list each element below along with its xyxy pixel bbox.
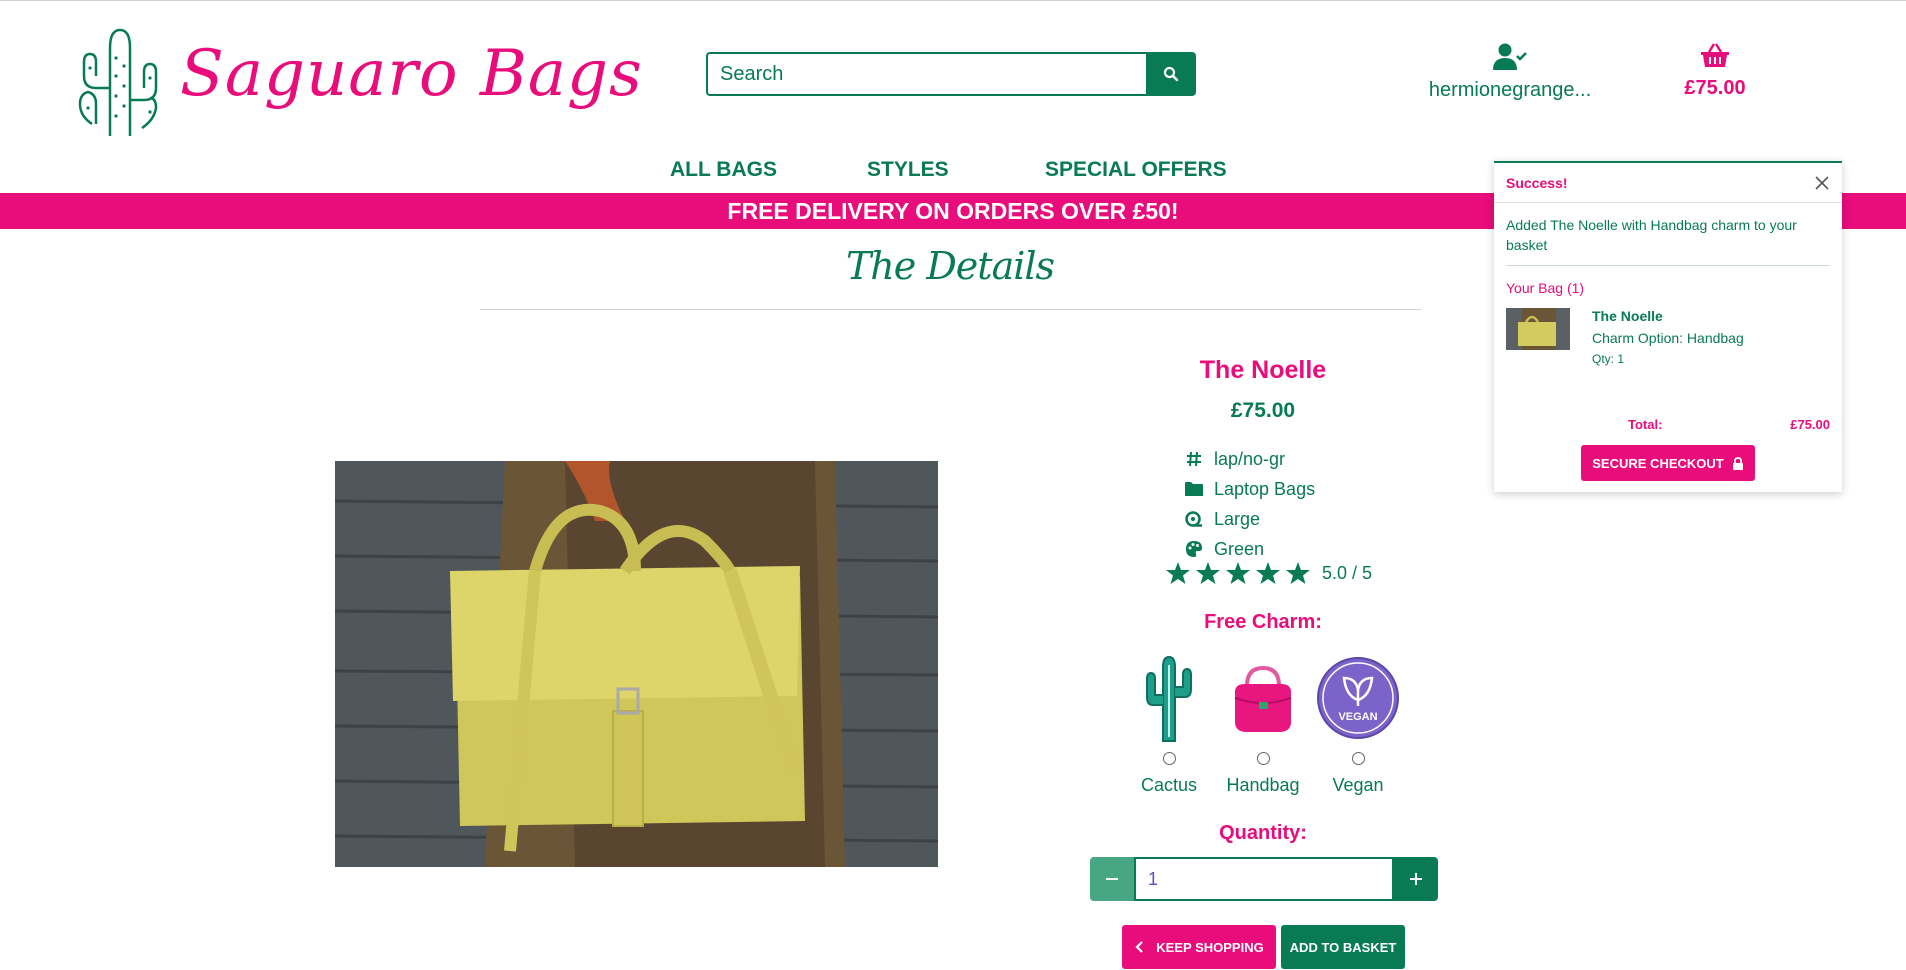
product-sku: lap/no-gr — [1214, 448, 1286, 469]
quantity-input[interactable] — [1134, 857, 1394, 901]
charm-name-cactus: Cactus — [1140, 775, 1198, 795]
keep-shopping-button[interactable]: KEEP SHOPPING — [1122, 925, 1276, 969]
charm-label: Free Charm: — [1204, 611, 1322, 633]
cactus-logo-icon — [78, 28, 158, 136]
charm-radio-vegan[interactable] — [1351, 752, 1365, 765]
toast-item-name: The Noelle — [1592, 308, 1663, 324]
quantity-stepper — [1090, 857, 1438, 901]
charm-name-vegan: Vegan — [1332, 775, 1384, 795]
charm-option-vegan[interactable]: VEGAN Vegan — [1313, 652, 1403, 796]
toast-bag-count: Your Bag (1) — [1506, 280, 1585, 296]
success-toast: Success! Added The Noelle with Handbag c… — [1494, 161, 1842, 492]
vegan-charm-icon: VEGAN — [1317, 657, 1399, 739]
quantity-label: Quantity: — [1219, 822, 1307, 844]
toast-item-qty: Qty: 1 — [1592, 352, 1625, 366]
brand-logo[interactable]: Saguaro Bags — [70, 8, 643, 140]
plus-icon — [1410, 873, 1422, 885]
toast-item-thumbnail — [1506, 308, 1570, 350]
star-icon — [1226, 562, 1250, 584]
handbag-charm-icon — [1234, 665, 1292, 732]
toast-bag-item: The Noelle Charm Option: Handbag Qty: 1 — [1506, 308, 1830, 366]
decrease-quantity-button[interactable] — [1090, 857, 1134, 901]
charm-option-handbag[interactable]: Handbag — [1218, 652, 1308, 796]
account-link[interactable]: hermionegrange... — [1420, 42, 1600, 102]
rating-text: 5.0 / 5 — [1322, 562, 1373, 583]
toast-item-option: Charm Option: Handbag — [1592, 330, 1744, 346]
increase-quantity-button[interactable] — [1394, 857, 1438, 901]
keep-shopping-label: KEEP SHOPPING — [1156, 939, 1264, 955]
product-meta: lap/no-gr Laptop Bags Large Green — [1180, 444, 1315, 564]
add-to-basket-button[interactable]: ADD TO BASKET — [1281, 925, 1405, 969]
product-category-row: Laptop Bags — [1180, 474, 1315, 504]
star-icon — [1166, 562, 1190, 584]
charm-option-cactus[interactable]: Cactus — [1124, 652, 1214, 796]
charm-radio-handbag[interactable] — [1256, 752, 1270, 765]
lock-icon — [1732, 456, 1743, 470]
product-color-row: Green — [1180, 534, 1315, 564]
close-icon[interactable] — [1814, 175, 1830, 191]
product-price: £75.00 — [1230, 399, 1296, 422]
product-info: The Noelle £75.00 — [1090, 356, 1436, 423]
star-icon — [1256, 562, 1280, 584]
folder-icon — [1180, 481, 1208, 497]
basket-total: £75.00 — [1684, 77, 1746, 99]
cactus-charm-icon — [1146, 655, 1192, 742]
nav-special-offers[interactable]: SPECIAL OFFERS — [1045, 158, 1227, 182]
toast-title: Success! — [1506, 174, 1568, 191]
product-rating: 5.0 / 5 — [1166, 562, 1372, 584]
toast-total-label: Total: — [1628, 417, 1663, 432]
vegan-badge-text: VEGAN — [1338, 711, 1377, 723]
charm-name-handbag: Handbag — [1226, 775, 1300, 795]
product-image — [335, 461, 938, 867]
star-icon — [1286, 562, 1310, 584]
search-icon — [1163, 66, 1179, 82]
toast-total-value: £75.00 — [1790, 417, 1830, 432]
basket-link[interactable]: £75.00 — [1660, 42, 1770, 100]
basket-icon — [1701, 43, 1729, 67]
product-name: The Noelle — [1199, 356, 1327, 384]
product-category: Laptop Bags — [1214, 478, 1316, 499]
toast-message: Added The Noelle with Handbag charm to y… — [1506, 215, 1830, 266]
search-button[interactable] — [1146, 52, 1196, 96]
title-divider — [480, 309, 1421, 310]
palette-icon — [1180, 540, 1208, 558]
toast-header: Success! — [1494, 163, 1842, 203]
top-border — [0, 0, 1906, 1]
account-username: hermionegrange... — [1428, 79, 1592, 101]
product-size: Large — [1214, 508, 1261, 529]
tape-measure-icon — [1180, 511, 1208, 527]
nav-all-bags[interactable]: ALL BAGS — [670, 158, 777, 182]
brand-name: Saguaro Bags — [180, 37, 643, 111]
star-icon — [1196, 562, 1220, 584]
secure-checkout-button[interactable]: SECURE CHECKOUT — [1581, 445, 1755, 481]
charm-radio-cactus[interactable] — [1162, 752, 1176, 765]
product-size-row: Large — [1180, 504, 1315, 534]
search-input[interactable] — [706, 52, 1146, 96]
hashtag-icon — [1180, 451, 1208, 467]
user-check-icon — [1493, 43, 1527, 70]
minus-icon — [1106, 878, 1118, 880]
product-sku-row: lap/no-gr — [1180, 444, 1315, 474]
secure-checkout-label: SECURE CHECKOUT — [1592, 455, 1724, 471]
nav-styles[interactable]: STYLES — [867, 158, 949, 182]
search-bar — [706, 52, 1196, 96]
chevron-left-icon — [1135, 941, 1144, 953]
product-color: Green — [1214, 538, 1265, 559]
